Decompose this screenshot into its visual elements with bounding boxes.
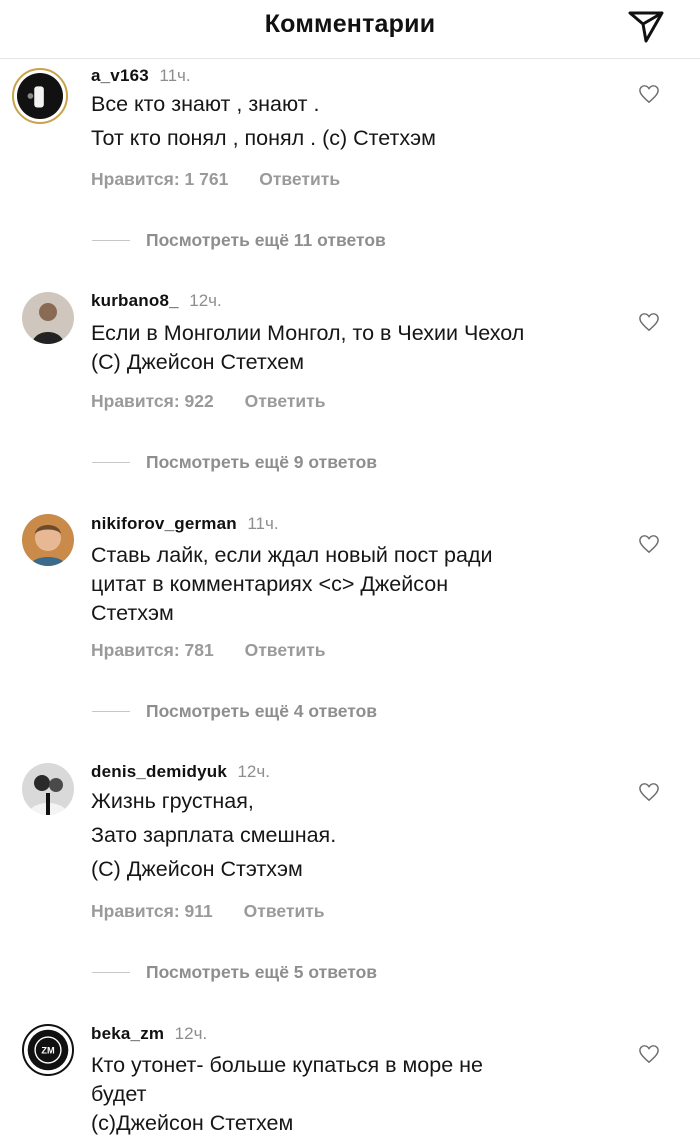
avatar[interactable] (22, 292, 74, 344)
divider (92, 239, 130, 241)
username[interactable]: denis_demidyuk (91, 762, 227, 781)
comment-line: цитат в комментариях <с> Джейсон (91, 572, 449, 596)
divider (92, 971, 130, 973)
username[interactable]: beka_zm (91, 1024, 164, 1043)
comment-line: Тот кто понял , понял . (с) Стетхэм (91, 126, 436, 150)
header-bar: Комментарии (0, 0, 700, 59)
comment-meta: kurbano8_ 12ч. (91, 291, 222, 311)
timestamp: 11ч. (159, 66, 191, 85)
avatar[interactable] (12, 68, 68, 124)
reply-button[interactable]: Ответить (244, 901, 325, 921)
comment-line: будет (91, 1082, 147, 1106)
view-replies-label: Посмотреть ещё 9 ответов (146, 451, 378, 472)
timestamp: 12ч. (189, 291, 222, 310)
comment-line: Зато зарплата смешная. (91, 823, 337, 847)
page-title: Комментарии (264, 10, 436, 38)
heart-icon[interactable] (638, 84, 660, 104)
zm-logo-icon: ZM (27, 1029, 69, 1071)
divider (92, 461, 130, 463)
reply-button[interactable]: Ответить (259, 169, 340, 189)
reply-button[interactable]: Ответить (245, 391, 326, 411)
timestamp: 12ч. (237, 762, 270, 781)
username[interactable]: nikiforov_german (91, 514, 237, 533)
likes-count[interactable]: Нравится: 1 761 (91, 169, 228, 189)
comment-line: Ставь лайк, если ждал новый пост ради (91, 543, 493, 567)
avatar-image-icon (22, 514, 74, 566)
comment-text: Ставь лайк, если ждал новый пост ради ци… (91, 541, 611, 628)
comment-line: Кто утонет- больше купаться в море не (91, 1053, 483, 1077)
avatar[interactable]: ZM (22, 1024, 74, 1076)
comment-meta: a_v163 11ч. (91, 66, 191, 86)
avatar[interactable] (22, 763, 74, 815)
comment-line: (С) Джейсон Стетхем (91, 350, 304, 374)
heart-icon[interactable] (638, 534, 660, 554)
timestamp: 11ч. (247, 514, 279, 533)
avatar-image-icon (22, 763, 74, 815)
avatar-image-icon (22, 292, 74, 344)
view-replies-button[interactable]: Посмотреть ещё 11 ответов (92, 228, 386, 252)
comment-meta: nikiforov_german 11ч. (91, 514, 279, 534)
comment-line: Стетхэм (91, 601, 174, 625)
view-replies-label: Посмотреть ещё 11 ответов (146, 229, 386, 250)
view-replies-button[interactable]: Посмотреть ещё 4 ответов (92, 699, 377, 723)
comment-meta: denis_demidyuk 12ч. (91, 762, 270, 782)
timestamp: 12ч. (174, 1024, 208, 1043)
avatar-badge-text: ZM (41, 1046, 55, 1056)
comment-text: Все кто знают , знают . Тот кто понял , … (91, 90, 611, 153)
comment-actions: Нравится: 911 Ответить (91, 901, 325, 922)
avatar-image-icon (17, 73, 63, 119)
likes-count[interactable]: Нравится: 781 (91, 640, 214, 660)
view-replies-label: Посмотреть ещё 4 ответов (146, 700, 378, 721)
comment-text: Кто утонет- больше купаться в море не бу… (91, 1051, 611, 1138)
view-replies-button[interactable]: Посмотреть ещё 9 ответов (92, 450, 377, 474)
comment-actions: Нравится: 1 761 Ответить (91, 169, 340, 190)
divider (92, 710, 130, 712)
comment-line: Все кто знают , знают . (91, 92, 320, 116)
comment-actions: Нравится: 922 Ответить (91, 391, 326, 412)
comment-meta: beka_zm 12ч. (91, 1024, 207, 1044)
send-icon[interactable] (626, 8, 666, 46)
heart-icon[interactable] (638, 312, 660, 332)
avatar[interactable] (22, 514, 74, 566)
comment-line: Жизнь грустная, (91, 789, 254, 813)
view-replies-button[interactable]: Посмотреть ещё 5 ответов (92, 960, 377, 984)
comment-actions: Нравится: 781 Ответить (91, 640, 326, 661)
comment-line: (С) Джейсон Стэтхэм (91, 857, 303, 881)
comment-text: Жизнь грустная, Зато зарплата смешная. (… (91, 787, 611, 884)
comment-text: Если в Монголии Монгол, то в Чехии Чехол… (91, 319, 611, 377)
comment-line: Если в Монголии Монгол, то в Чехии Чехол (91, 321, 525, 345)
likes-count[interactable]: Нравится: 922 (91, 391, 214, 411)
username[interactable]: kurbano8_ (91, 291, 179, 310)
comment-line: (с)Джейсон Стетхем (91, 1111, 294, 1135)
view-replies-label: Посмотреть ещё 5 ответов (146, 961, 378, 982)
reply-button[interactable]: Ответить (245, 640, 326, 660)
username[interactable]: a_v163 (91, 66, 149, 85)
heart-icon[interactable] (638, 782, 660, 802)
likes-count[interactable]: Нравится: 911 (91, 901, 213, 921)
heart-icon[interactable] (638, 1044, 660, 1064)
